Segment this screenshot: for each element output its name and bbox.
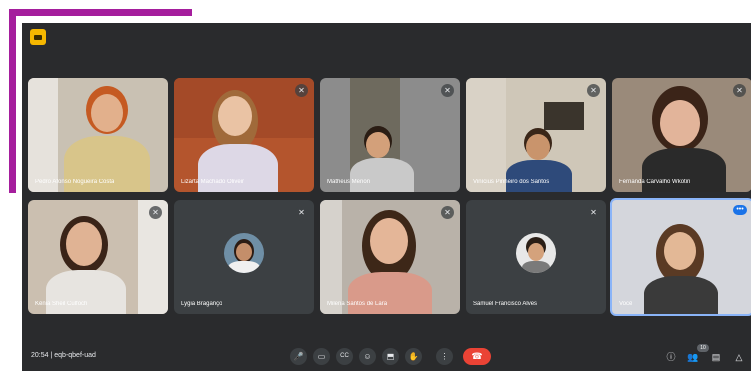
participant-tile[interactable]: ✕ Fernanda Carvalho Wkotin [612, 78, 751, 192]
mic-muted-icon: ✕ [149, 206, 162, 219]
participant-tile[interactable]: Pedro Afonso Nogueira Costa [28, 78, 168, 192]
participant-body [350, 158, 414, 192]
participant-face [91, 94, 123, 132]
participant-name: Vinícius Pinheiro dos Santos [473, 179, 550, 185]
more-options-icon[interactable]: ••• [733, 205, 747, 215]
mic-muted-icon: ✕ [441, 206, 454, 219]
self-view-tile[interactable]: ••• Você [610, 198, 751, 316]
mic-muted-icon: ✕ [587, 84, 600, 97]
meeting-time: 20:54 [31, 352, 49, 359]
decorative-bracket-left [9, 9, 16, 193]
meet-logo-icon [30, 29, 46, 45]
participant-body [644, 276, 718, 314]
camera-button[interactable]: ▭ [313, 348, 330, 365]
participant-body [506, 160, 572, 192]
participant-face [366, 132, 390, 158]
participant-tile[interactable]: ✕ Lizarta Machado Oliveir [174, 78, 314, 192]
participant-body [642, 148, 726, 192]
emoji-button[interactable]: ☺ [359, 348, 376, 365]
video-background [28, 78, 58, 192]
participant-name: Fernanda Carvalho Wkotin [619, 179, 691, 185]
participant-body [46, 270, 126, 314]
meeting-details: 20:54 | eqb-qbef-uad [31, 352, 96, 359]
decorative-bracket-top [9, 9, 192, 16]
participant-avatar [516, 233, 556, 273]
meeting-separator: | [50, 352, 53, 359]
bottom-control-bar: 20:54 | eqb-qbef-uad 🎤 ▭ CC ☺ ⬒ ✋ ⋮ ☎ ⓘ … [22, 343, 751, 371]
participant-tile[interactable]: ✕ Lygia Braganço [174, 200, 314, 314]
meeting-info-icon[interactable]: ⓘ [665, 351, 677, 363]
participant-name: Milena Santos de Lara [327, 301, 388, 307]
participant-face [370, 218, 408, 264]
participant-name: Lizarta Machado Oliveir [181, 179, 245, 185]
participant-face [664, 232, 696, 270]
raise-hand-button[interactable]: ✋ [405, 348, 422, 365]
mic-muted-icon: ✕ [587, 206, 600, 219]
participant-name: Você [619, 301, 633, 307]
participant-name: Kênia Sheil Culfoch [35, 301, 88, 307]
participant-tile[interactable]: ✕ Vinícius Pinheiro dos Santos [466, 78, 606, 192]
participant-name: Samuel Francisco Alves [473, 301, 538, 307]
participant-tile[interactable]: ✕ Kênia Sheil Culfoch [28, 200, 168, 314]
leave-call-button[interactable]: ☎ [463, 348, 491, 365]
captions-button[interactable]: CC [336, 348, 353, 365]
participant-name: Pedro Afonso Nogueira Costa [35, 179, 115, 185]
participant-tile[interactable]: ✕ Milena Santos de Lara [320, 200, 460, 314]
participant-tile[interactable]: ✕ Samuel Francisco Alves [466, 200, 606, 314]
participant-face [526, 134, 550, 160]
mic-muted-icon: ✕ [441, 84, 454, 97]
participant-name: Matheus Menon [327, 179, 371, 185]
mic-muted-icon: ✕ [295, 84, 308, 97]
wall-picture [544, 102, 584, 130]
mic-muted-icon: ✕ [295, 206, 308, 219]
participant-avatar [224, 233, 264, 273]
participant-face [660, 100, 700, 146]
participant-face [218, 96, 252, 136]
more-options-button[interactable]: ⋮ [436, 348, 453, 365]
participant-tile[interactable]: ✕ Matheus Menon [320, 78, 460, 192]
video-call-window: Pedro Afonso Nogueira Costa ✕ Lizarta Ma… [22, 23, 751, 371]
microphone-button[interactable]: 🎤 [290, 348, 307, 365]
video-background [320, 200, 342, 314]
activities-icon[interactable]: △ [733, 351, 745, 363]
chat-icon[interactable]: ▤ [710, 351, 722, 363]
participant-name: Lygia Braganço [181, 301, 223, 307]
meeting-code: eqb-qbef-uad [54, 352, 96, 359]
mic-muted-icon: ✕ [733, 84, 746, 97]
present-screen-button[interactable]: ⬒ [382, 348, 399, 365]
video-background [466, 78, 506, 192]
participant-body [348, 272, 432, 314]
people-icon[interactable]: 👥 [687, 351, 699, 363]
participant-face [66, 222, 102, 266]
